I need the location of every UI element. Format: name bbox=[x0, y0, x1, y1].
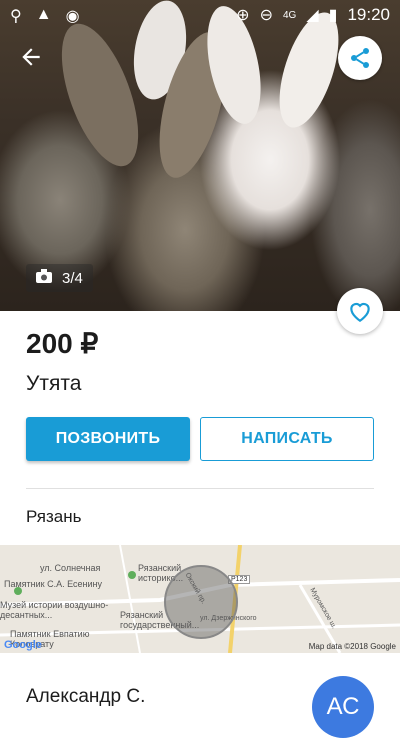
status-bar: ⚲ ▲ ◉ ⊕ ⊖ 4G ◢ ▮ 19:20 bbox=[0, 0, 400, 30]
camera-icon bbox=[36, 269, 52, 287]
map-label: Музей истории воздушно-десантных... bbox=[0, 600, 109, 620]
heart-icon bbox=[350, 302, 370, 323]
media-icon: ◉ bbox=[65, 8, 80, 25]
listing-title: Утята bbox=[26, 372, 82, 395]
share-button[interactable] bbox=[338, 36, 382, 80]
price: 200 ₽ bbox=[26, 328, 99, 359]
notification-icon: ⚲ bbox=[10, 8, 22, 25]
map-poi-icon bbox=[128, 571, 136, 579]
call-button[interactable]: ПОЗВОНИТЬ bbox=[26, 417, 190, 461]
message-button[interactable]: НАПИСАТЬ bbox=[200, 417, 374, 461]
warning-icon: ▲ bbox=[35, 6, 52, 23]
network-type: 4G bbox=[282, 9, 297, 21]
map-label: Памятник С.А. Есенину bbox=[4, 579, 102, 589]
photo-counter: 3/4 bbox=[26, 264, 93, 292]
data-saver-icon: ⊕ bbox=[236, 7, 250, 24]
map-label: ул. Солнечная bbox=[40, 563, 101, 573]
map-copyright: Map data ©2018 Google bbox=[308, 642, 396, 651]
location-map[interactable]: ул. Солнечная Памятник С.А. Есенину Ряза… bbox=[0, 545, 400, 653]
do-not-disturb-icon: ⊖ bbox=[259, 7, 273, 24]
arrow-left-icon bbox=[22, 48, 40, 66]
signal-icon: ◢ bbox=[306, 7, 319, 24]
battery-icon: ▮ bbox=[328, 7, 338, 24]
google-logo: Google bbox=[4, 639, 42, 651]
city-label: Рязань bbox=[26, 507, 82, 526]
divider bbox=[26, 488, 374, 489]
location-area-marker bbox=[164, 565, 238, 639]
photo-counter-text: 3/4 bbox=[62, 269, 83, 287]
clock: 19:20 bbox=[347, 5, 390, 24]
seller-name[interactable]: Александр С. bbox=[26, 686, 145, 708]
seller-avatar[interactable]: АС bbox=[312, 676, 374, 738]
favorite-button[interactable] bbox=[337, 288, 383, 334]
back-button[interactable] bbox=[18, 44, 46, 72]
share-icon bbox=[351, 48, 369, 68]
